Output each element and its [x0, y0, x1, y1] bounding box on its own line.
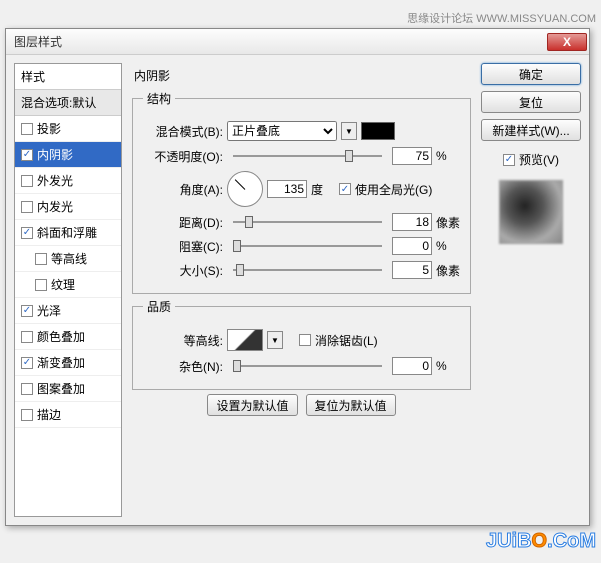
style-label: 投影 — [37, 120, 61, 137]
choke-unit: % — [436, 239, 460, 253]
antialias-label: 消除锯齿(L) — [315, 332, 378, 349]
close-button[interactable]: X — [547, 33, 587, 51]
style-item-10[interactable]: 图案叠加 — [15, 376, 121, 402]
style-label: 渐变叠加 — [37, 354, 85, 371]
opacity-input[interactable] — [392, 147, 432, 165]
dialog-title: 图层样式 — [14, 33, 547, 50]
noise-slider[interactable] — [233, 357, 382, 375]
make-default-button[interactable]: 设置为默认值 — [207, 394, 297, 416]
choke-input[interactable] — [392, 237, 432, 255]
style-checkbox[interactable] — [21, 357, 33, 369]
style-item-0[interactable]: 投影 — [15, 116, 121, 142]
style-item-11[interactable]: 描边 — [15, 402, 121, 428]
preview-thumbnail — [499, 180, 563, 244]
contour-picker[interactable] — [227, 329, 263, 351]
angle-unit: 度 — [311, 181, 335, 198]
angle-label: 角度(A): — [143, 181, 223, 198]
quality-group: 品质 等高线: ▼ 消除锯齿(L) 杂色(N): % — [132, 298, 471, 390]
ok-button[interactable]: 确定 — [481, 63, 581, 85]
style-label: 颜色叠加 — [37, 328, 85, 345]
main-panel: 内阴影 结构 混合模式(B): 正片叠底 ▼ 不透明度(O): % — [128, 63, 475, 517]
style-item-9[interactable]: 渐变叠加 — [15, 350, 121, 376]
noise-label: 杂色(N): — [143, 358, 223, 375]
style-checkbox[interactable] — [21, 409, 33, 421]
style-item-5[interactable]: 等高线 — [15, 246, 121, 272]
distance-input[interactable] — [392, 213, 432, 231]
global-light-label: 使用全局光(G) — [355, 181, 432, 198]
style-item-2[interactable]: 外发光 — [15, 168, 121, 194]
style-label: 斜面和浮雕 — [37, 224, 97, 241]
opacity-slider[interactable] — [233, 147, 382, 165]
new-style-button[interactable]: 新建样式(W)... — [481, 119, 581, 141]
style-item-1[interactable]: 内阴影 — [15, 142, 121, 168]
layer-style-dialog: 图层样式 X 样式 混合选项:默认 投影内阴影外发光内发光斜面和浮雕等高线纹理光… — [5, 28, 590, 526]
effect-title: 内阴影 — [130, 65, 473, 86]
contour-dropdown-icon[interactable]: ▼ — [267, 331, 283, 349]
opacity-unit: % — [436, 149, 460, 163]
style-item-6[interactable]: 纹理 — [15, 272, 121, 298]
style-checkbox[interactable] — [21, 149, 33, 161]
style-item-3[interactable]: 内发光 — [15, 194, 121, 220]
style-checkbox[interactable] — [21, 175, 33, 187]
styles-panel: 样式 混合选项:默认 投影内阴影外发光内发光斜面和浮雕等高线纹理光泽颜色叠加渐变… — [14, 63, 122, 517]
style-item-7[interactable]: 光泽 — [15, 298, 121, 324]
style-label: 图案叠加 — [37, 380, 85, 397]
style-checkbox[interactable] — [21, 305, 33, 317]
angle-input[interactable] — [267, 180, 307, 198]
blend-mode-dropdown-icon[interactable]: ▼ — [341, 122, 357, 140]
right-panel: 确定 复位 新建样式(W)... 预览(V) — [481, 63, 581, 517]
style-label: 内发光 — [37, 198, 73, 215]
shadow-color-swatch[interactable] — [361, 122, 395, 140]
size-label: 大小(S): — [143, 262, 223, 279]
watermark-top: 思缘设计论坛 WWW.MISSYUAN.COM — [5, 10, 596, 26]
style-checkbox[interactable] — [21, 227, 33, 239]
structure-legend: 结构 — [143, 90, 175, 107]
styles-header[interactable]: 样式 — [15, 64, 121, 90]
global-light-checkbox[interactable] — [339, 183, 351, 195]
style-checkbox[interactable] — [21, 331, 33, 343]
titlebar: 图层样式 X — [6, 29, 589, 55]
preview-checkbox[interactable] — [503, 154, 515, 166]
distance-slider[interactable] — [233, 213, 382, 231]
antialias-checkbox[interactable] — [299, 334, 311, 346]
style-checkbox[interactable] — [21, 383, 33, 395]
noise-unit: % — [436, 359, 460, 373]
style-item-4[interactable]: 斜面和浮雕 — [15, 220, 121, 246]
choke-slider[interactable] — [233, 237, 382, 255]
blend-mode-select[interactable]: 正片叠底 — [227, 121, 337, 141]
style-label: 描边 — [37, 406, 61, 423]
choke-label: 阻塞(C): — [143, 238, 223, 255]
structure-group: 结构 混合模式(B): 正片叠底 ▼ 不透明度(O): % 角度(A) — [132, 90, 471, 294]
blending-options-default[interactable]: 混合选项:默认 — [15, 90, 121, 116]
preview-label: 预览(V) — [519, 151, 559, 168]
style-checkbox[interactable] — [21, 201, 33, 213]
style-checkbox[interactable] — [21, 123, 33, 135]
style-label: 等高线 — [51, 250, 87, 267]
style-label: 内阴影 — [37, 146, 73, 163]
reset-default-button[interactable]: 复位为默认值 — [306, 394, 396, 416]
distance-label: 距离(D): — [143, 214, 223, 231]
style-label: 外发光 — [37, 172, 73, 189]
style-item-8[interactable]: 颜色叠加 — [15, 324, 121, 350]
style-checkbox[interactable] — [35, 279, 47, 291]
angle-dial[interactable] — [227, 171, 263, 207]
reset-button[interactable]: 复位 — [481, 91, 581, 113]
contour-label: 等高线: — [143, 332, 223, 349]
size-unit: 像素 — [436, 262, 460, 279]
noise-input[interactable] — [392, 357, 432, 375]
style-label: 光泽 — [37, 302, 61, 319]
size-input[interactable] — [392, 261, 432, 279]
style-label: 纹理 — [51, 276, 75, 293]
style-checkbox[interactable] — [35, 253, 47, 265]
opacity-label: 不透明度(O): — [143, 148, 223, 165]
distance-unit: 像素 — [436, 214, 460, 231]
quality-legend: 品质 — [143, 298, 175, 315]
blend-mode-label: 混合模式(B): — [143, 123, 223, 140]
size-slider[interactable] — [233, 261, 382, 279]
watermark-bottom: JUiBO.CoM — [5, 530, 596, 553]
